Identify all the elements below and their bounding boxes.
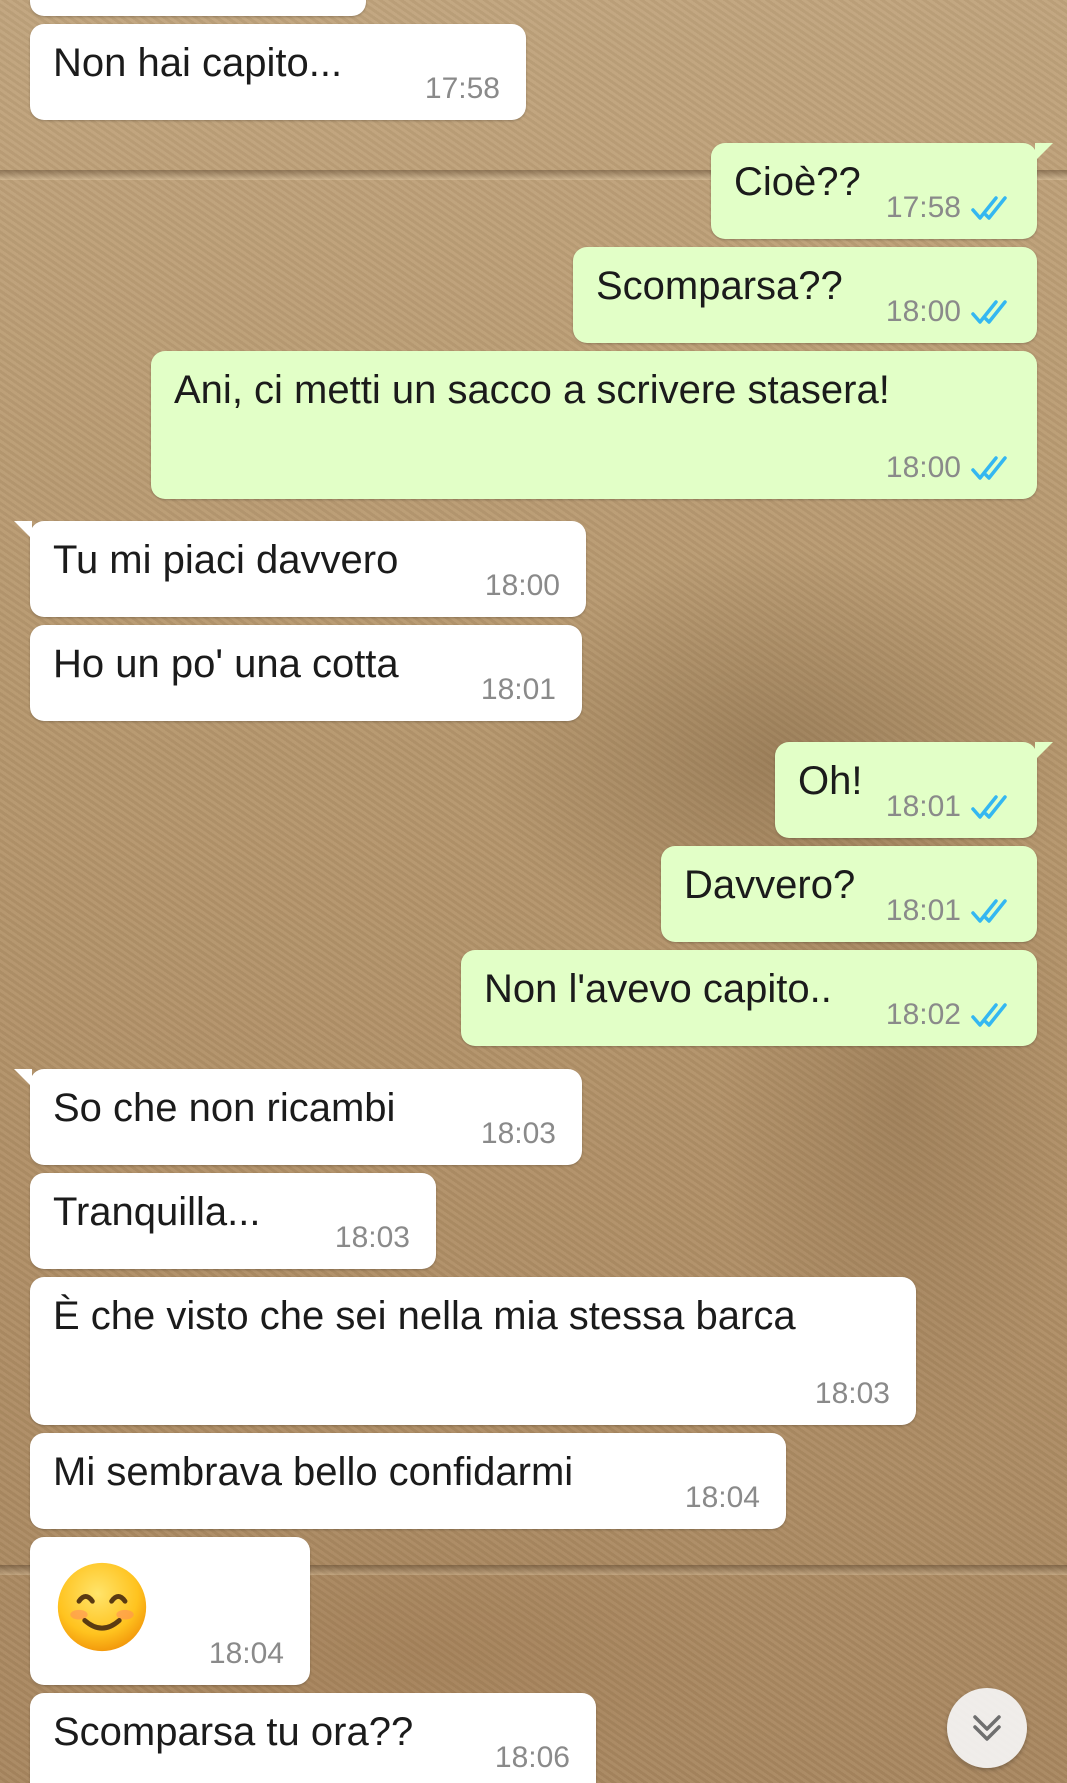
bubble-tail [14, 521, 32, 539]
message-text: Cioè?? [734, 160, 861, 204]
message-time: 18:00 [885, 451, 961, 484]
double-check-icon [971, 1003, 1007, 1027]
message-bubble-incoming[interactable]: Tu mi piaci davvero 18:00 [14, 521, 586, 617]
message-text: Non l'avevo capito.. [484, 967, 832, 1011]
message-text: Oh! [798, 759, 863, 803]
message-time: 18:01 [885, 790, 961, 823]
message-text: Scomparsa?? [596, 264, 843, 308]
message-time: 18:00 [885, 295, 961, 328]
double-check-icon [971, 899, 1007, 923]
message-bubble-incoming-emoji[interactable]: 18:04 [30, 1537, 310, 1685]
bubble-tail [1035, 742, 1053, 760]
message-text: Tranquilla... [53, 1190, 261, 1234]
message-bubble-outgoing[interactable]: Cioè?? 17:58 [711, 143, 1053, 239]
message-bubble-outgoing[interactable]: Non l'avevo capito.. 18:02 [461, 950, 1037, 1046]
bubble-tail [1035, 143, 1053, 161]
message-bubble-partial[interactable] [30, 0, 366, 16]
message-time: 18:00 [484, 569, 560, 602]
message-bubble-outgoing[interactable]: Ani, ci metti un sacco a scrivere staser… [151, 351, 1037, 499]
message-bubble-incoming[interactable]: So che non ricambi 18:03 [14, 1069, 582, 1165]
message-text: Ani, ci metti un sacco a scrivere staser… [174, 368, 890, 412]
message-bubble-outgoing[interactable]: Scomparsa?? 18:00 [573, 247, 1037, 343]
message-text: Non hai capito... [53, 41, 343, 85]
double-check-icon [971, 196, 1007, 220]
scroll-to-bottom-button[interactable] [947, 1688, 1027, 1768]
double-check-icon [971, 300, 1007, 324]
message-bubble-outgoing[interactable]: Oh! 18:01 [775, 742, 1053, 838]
message-bubble-incoming[interactable]: Mi sembrava bello confidarmi 18:04 [30, 1433, 786, 1529]
message-text: È che visto che sei nella mia stessa bar… [53, 1294, 796, 1338]
smiling-face-icon [57, 1562, 147, 1652]
double-check-icon [971, 456, 1007, 480]
message-bubble-incoming[interactable]: Tranquilla... 18:03 [30, 1173, 436, 1269]
message-bubble-incoming[interactable]: Non hai capito... 17:58 [30, 24, 526, 120]
message-text: Davvero? [684, 863, 856, 907]
message-time: 18:04 [208, 1637, 284, 1670]
message-text: Mi sembrava bello confidarmi [53, 1450, 574, 1494]
message-time: 18:03 [480, 1117, 556, 1150]
message-text: Scomparsa tu ora?? [53, 1710, 414, 1754]
message-bubble-incoming[interactable]: Scomparsa tu ora?? 18:06 [30, 1693, 596, 1783]
message-time: 18:01 [885, 894, 961, 927]
message-time: 17:58 [424, 72, 500, 105]
message-text: So che non ricambi [53, 1086, 396, 1130]
message-bubble-incoming[interactable]: Ho un po' una cotta 18:01 [30, 625, 582, 721]
message-bubble-outgoing[interactable]: Davvero? 18:01 [661, 846, 1037, 942]
double-check-icon [971, 795, 1007, 819]
message-time: 18:04 [684, 1481, 760, 1514]
message-time: 17:58 [885, 191, 961, 224]
bubble-tail [14, 1069, 32, 1087]
message-bubble-incoming[interactable]: È che visto che sei nella mia stessa bar… [30, 1277, 916, 1425]
message-time: 18:01 [480, 673, 556, 706]
message-time: 18:03 [814, 1377, 890, 1410]
message-time: 18:06 [494, 1741, 570, 1774]
chat-background: Non hai capito... 17:58 Cioè?? 17:58 Sco… [0, 0, 1067, 1783]
message-time: 18:02 [885, 998, 961, 1031]
message-time: 18:03 [334, 1221, 410, 1254]
chevron-double-down-icon [973, 1715, 1001, 1741]
message-text: Tu mi piaci davvero [53, 538, 399, 582]
message-text: Ho un po' una cotta [53, 642, 399, 686]
